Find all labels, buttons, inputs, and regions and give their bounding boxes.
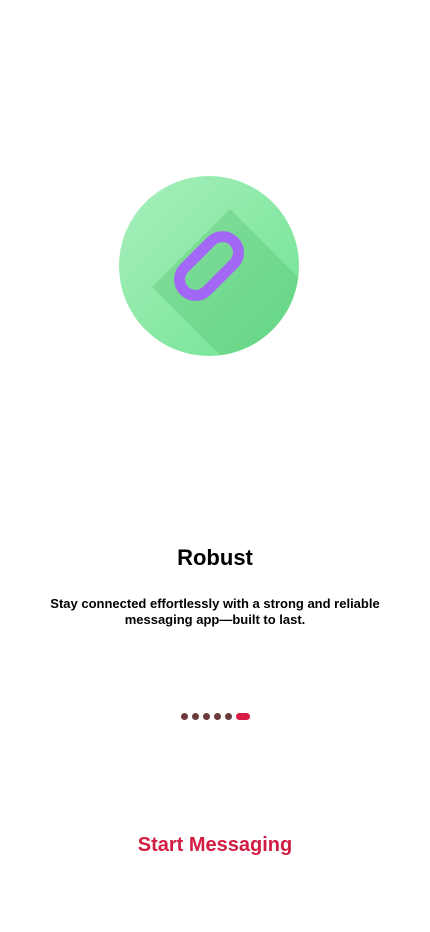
start-messaging-button[interactable]: Start Messaging xyxy=(115,826,315,864)
hero-illustration xyxy=(118,175,300,357)
link-icon xyxy=(119,176,299,356)
page-description: Stay connected effortlessly with a stron… xyxy=(50,596,380,627)
page-dot xyxy=(224,713,232,720)
page-dot xyxy=(180,713,188,720)
page-dot xyxy=(202,713,210,720)
page-dot-active xyxy=(235,713,250,720)
page-dot xyxy=(191,713,199,720)
page-title: Robust xyxy=(177,545,253,570)
page-dot xyxy=(213,713,221,720)
page-indicator xyxy=(0,713,430,720)
